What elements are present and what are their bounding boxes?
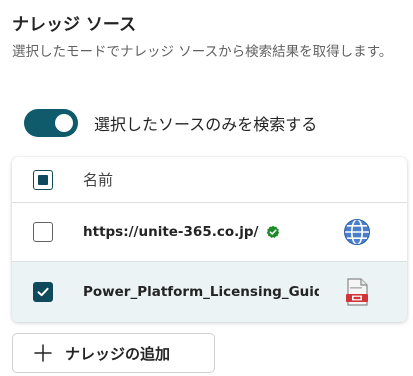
row-checkbox[interactable]: [33, 222, 53, 242]
search-selected-only-row: 選択したソースのみを検索する: [24, 108, 317, 138]
section-title: ナレッジ ソース: [12, 15, 137, 35]
plus-icon: [34, 344, 52, 362]
checkmark-icon: [37, 287, 49, 297]
section-description: 選択したモードでナレッジ ソースから検索結果を取得します。: [12, 44, 393, 60]
table-header-row: 名前: [12, 157, 407, 203]
knowledge-sources-panel: ナレッジ ソース 選択したモードでナレッジ ソースから検索結果を取得します。 選…: [0, 0, 413, 376]
add-knowledge-button[interactable]: ナレッジの追加: [12, 333, 215, 373]
toggle-knob: [55, 114, 73, 132]
toggle-label: 選択したソースのみを検索する: [94, 115, 318, 134]
select-all-checkbox[interactable]: [33, 169, 53, 190]
add-knowledge-label: ナレッジの追加: [65, 344, 171, 363]
pdf-file-icon: [346, 278, 368, 306]
row-checkbox[interactable]: [33, 282, 53, 302]
column-header-name: 名前: [83, 171, 114, 189]
source-name: https://unite-365.co.jp/: [83, 224, 280, 240]
partial-indicator: [38, 174, 48, 185]
table-row[interactable]: Power_Platform_Licensing_Guide: [12, 262, 407, 322]
search-selected-only-toggle[interactable]: [24, 109, 78, 137]
table-row[interactable]: https://unite-365.co.jp/: [12, 203, 407, 262]
source-name: Power_Platform_Licensing_Guide: [83, 284, 319, 300]
source-name-text: https://unite-365.co.jp/: [83, 224, 259, 240]
globe-icon: [344, 218, 370, 246]
verified-badge-icon: [267, 225, 280, 238]
knowledge-sources-table: 名前 https://unite-365.co.jp/ Power_Platfo…: [12, 157, 407, 322]
